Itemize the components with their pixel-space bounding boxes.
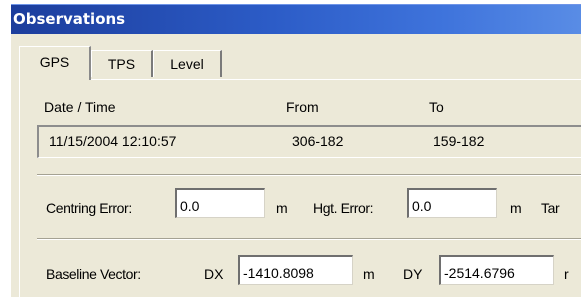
- dy-unit-partial: r: [564, 266, 569, 282]
- tab-gps-label: GPS: [39, 54, 70, 70]
- tab-tps-label: TPS: [107, 56, 136, 72]
- separator-1: [37, 174, 581, 176]
- dx-unit: m: [363, 266, 375, 282]
- baseline-vector-label: Baseline Vector:: [46, 266, 141, 282]
- separator-2: [37, 238, 581, 240]
- dx-input[interactable]: [238, 255, 353, 285]
- dy-input[interactable]: [439, 255, 554, 285]
- height-error-unit: m: [510, 200, 522, 216]
- next-field-label-partial: Tar: [541, 200, 560, 216]
- dy-label: DY: [403, 266, 423, 282]
- dx-label: DX: [204, 266, 224, 282]
- tab-strip: GPS TPS Level: [11, 46, 581, 80]
- header-datetime: Date / Time: [44, 99, 116, 115]
- header-from: From: [286, 99, 319, 115]
- centring-error-label: Centring Error:: [46, 200, 132, 216]
- observation-record[interactable]: 11/15/2004 12:10:57 306-182 159-182: [37, 125, 581, 158]
- height-error-input[interactable]: [407, 188, 497, 218]
- centring-error-unit: m: [276, 200, 288, 216]
- tab-tps[interactable]: TPS: [91, 50, 153, 77]
- height-error-label: Hgt. Error:: [313, 200, 374, 216]
- record-to: 159-182: [433, 133, 485, 149]
- window-title: Observations: [13, 10, 126, 28]
- title-bar[interactable]: Observations: [11, 4, 581, 34]
- record-datetime: 11/15/2004 12:10:57: [49, 133, 177, 149]
- header-to: To: [429, 99, 444, 115]
- centring-error-input[interactable]: [175, 188, 265, 218]
- tab-gps[interactable]: GPS: [19, 46, 91, 80]
- observations-dialog: Observations GPS TPS Level Date / Time F…: [11, 4, 581, 297]
- tab-level-label: Level: [170, 56, 204, 72]
- tab-level[interactable]: Level: [153, 50, 222, 77]
- record-from: 306-182: [292, 133, 344, 149]
